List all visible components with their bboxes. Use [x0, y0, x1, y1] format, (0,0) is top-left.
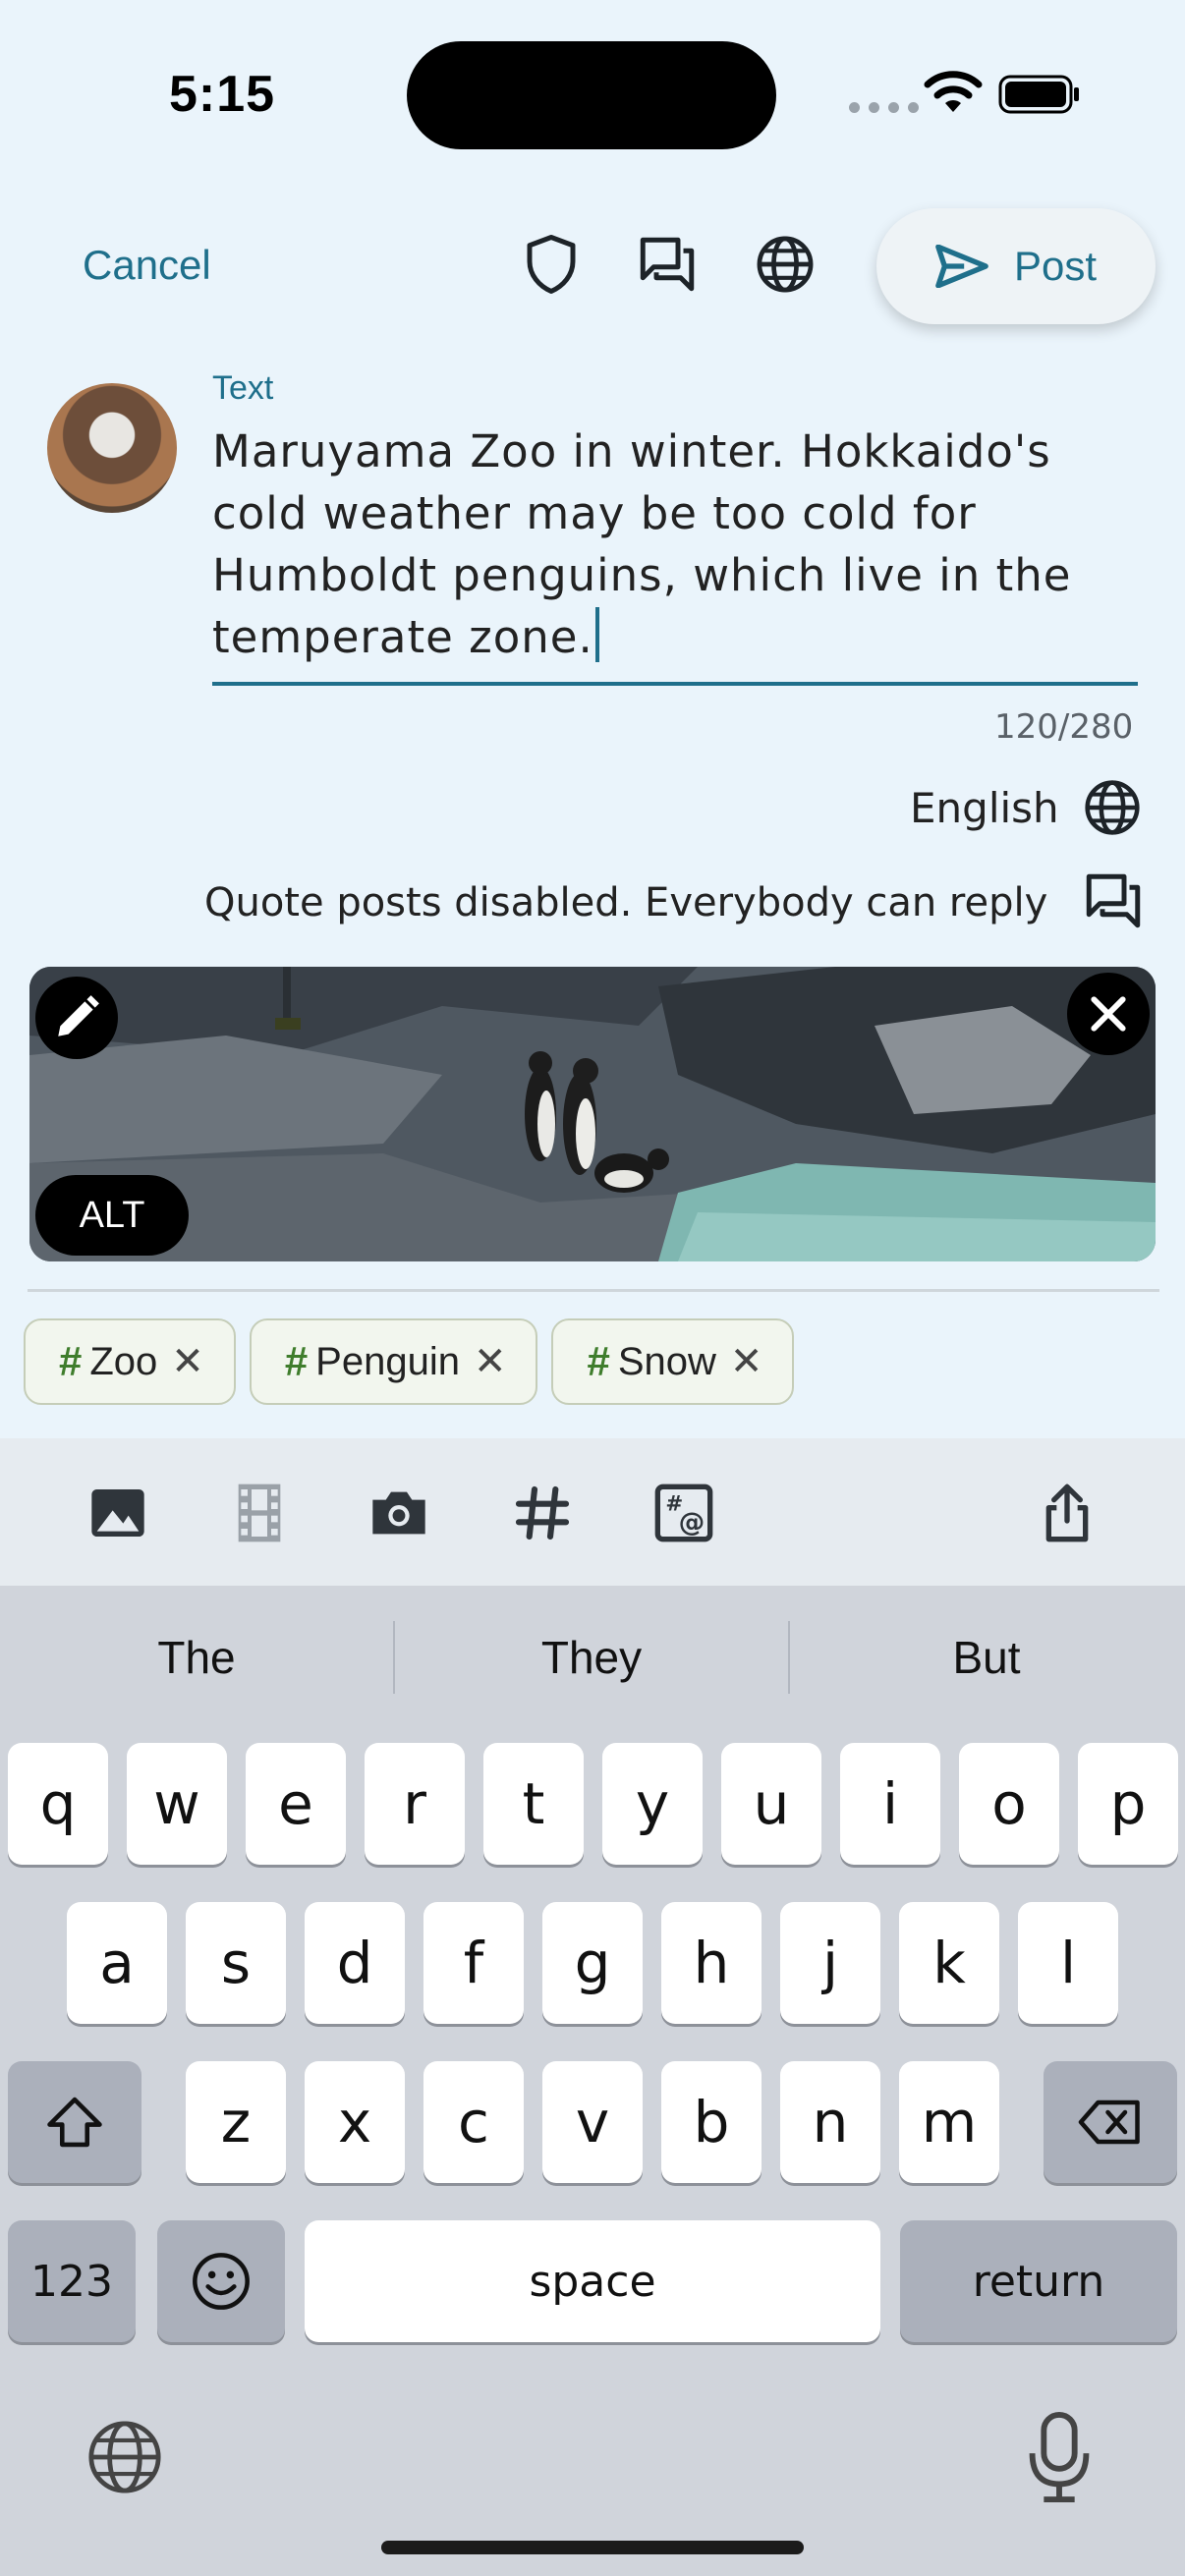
hashtag-chip[interactable]: # Zoo ✕ — [24, 1318, 236, 1405]
mention-hashtag-icon[interactable]: # @ — [652, 1482, 715, 1544]
wifi-icon — [924, 71, 983, 112]
key-j[interactable]: j — [780, 1902, 880, 2024]
svg-text:@: @ — [679, 1508, 705, 1539]
send-icon — [935, 245, 988, 288]
numbers-key[interactable]: 123 — [8, 2220, 136, 2342]
key-a[interactable]: a — [67, 1902, 167, 2024]
key-f[interactable]: f — [423, 1902, 524, 2024]
key-y[interactable]: y — [602, 1743, 703, 1865]
space-key[interactable]: space — [305, 2220, 880, 2342]
hashtag-label: Snow — [617, 1339, 716, 1383]
language-label[interactable]: English — [910, 784, 1059, 832]
post-button[interactable]: Post — [876, 208, 1156, 324]
key-h[interactable]: h — [661, 1902, 762, 2024]
alt-text-button[interactable]: ALT — [35, 1175, 189, 1256]
key-s[interactable]: s — [186, 1902, 286, 2024]
divider — [28, 1289, 1159, 1292]
key-x[interactable]: x — [305, 2061, 405, 2183]
char-counter: 120/280 — [994, 707, 1134, 747]
return-key[interactable]: return — [900, 2220, 1177, 2342]
keyboard-globe-icon[interactable] — [85, 2417, 165, 2497]
key-u[interactable]: u — [721, 1743, 821, 1865]
post-text-content: Maruyama Zoo in winter. Hokkaido's cold … — [212, 425, 1072, 663]
suggestion-1[interactable]: The — [0, 1631, 393, 1684]
key-p[interactable]: p — [1078, 1743, 1178, 1865]
key-d[interactable]: d — [305, 1902, 405, 2024]
key-v[interactable]: v — [542, 2061, 643, 2183]
remove-hashtag-icon[interactable]: ✕ — [730, 1339, 763, 1384]
key-q[interactable]: q — [8, 1743, 108, 1865]
keyboard: The They But q w e r t y u i o p a s d f… — [0, 1586, 1185, 2576]
post-text-input[interactable]: Maruyama Zoo in winter. Hokkaido's cold … — [212, 420, 1136, 668]
penguin-photo — [29, 967, 1156, 1261]
key-l[interactable]: l — [1018, 1902, 1118, 2024]
shift-key[interactable] — [8, 2061, 141, 2183]
key-r[interactable]: r — [365, 1743, 465, 1865]
backspace-icon — [1078, 2100, 1140, 2145]
remove-hashtag-icon[interactable]: ✕ — [171, 1339, 204, 1384]
battery-icon — [998, 75, 1079, 114]
emoji-key[interactable] — [157, 2220, 285, 2342]
hashtag-icon: # — [59, 1338, 83, 1384]
key-k[interactable]: k — [899, 1902, 999, 2024]
dynamic-island — [407, 41, 776, 149]
delete-key[interactable] — [1044, 2061, 1177, 2183]
text-field-label: Text — [212, 369, 274, 407]
hashtag-chip[interactable]: # Snow ✕ — [551, 1318, 795, 1405]
key-t[interactable]: t — [483, 1743, 584, 1865]
close-icon — [1091, 996, 1126, 1032]
shield-icon[interactable] — [519, 232, 584, 297]
reply-settings-inline-icon[interactable] — [1081, 868, 1146, 933]
hashtag-chip[interactable]: # Penguin ✕ — [249, 1318, 538, 1405]
attached-image[interactable] — [29, 967, 1156, 1261]
share-icon[interactable] — [1036, 1482, 1099, 1544]
key-o[interactable]: o — [959, 1743, 1059, 1865]
key-n[interactable]: n — [780, 2061, 880, 2183]
microphone-icon[interactable] — [1024, 2411, 1095, 2503]
key-c[interactable]: c — [423, 2061, 524, 2183]
cancel-button[interactable]: Cancel — [83, 242, 211, 289]
edit-image-button[interactable] — [35, 977, 118, 1059]
key-i[interactable]: i — [840, 1743, 940, 1865]
reply-settings-icon[interactable] — [635, 232, 700, 297]
shift-icon — [47, 2097, 102, 2148]
text-caret — [594, 607, 599, 662]
key-z[interactable]: z — [186, 2061, 286, 2183]
text-field-underline — [212, 682, 1138, 686]
interaction-settings-label[interactable]: Quote posts disabled. Everybody can repl… — [204, 880, 1047, 925]
remove-hashtag-icon[interactable]: ✕ — [474, 1339, 507, 1384]
hashtag-icon: # — [284, 1338, 309, 1384]
key-g[interactable]: g — [542, 1902, 643, 2024]
image-icon[interactable] — [86, 1482, 149, 1544]
hashtag-list: # Zoo ✕ # Penguin ✕ # Snow ✕ — [24, 1318, 795, 1405]
suggestion-2[interactable]: They — [395, 1631, 788, 1684]
key-w[interactable]: w — [127, 1743, 227, 1865]
video-icon[interactable] — [228, 1482, 291, 1544]
remove-image-button[interactable] — [1067, 973, 1150, 1055]
globe-icon[interactable] — [753, 232, 818, 297]
camera-icon[interactable] — [367, 1482, 430, 1544]
hashtag-icon: # — [587, 1338, 610, 1384]
home-indicator — [381, 2541, 804, 2554]
status-time: 5:15 — [169, 66, 276, 123]
media-toolbar: # @ — [0, 1438, 1185, 1586]
key-m[interactable]: m — [899, 2061, 999, 2183]
pencil-icon — [58, 995, 99, 1036]
key-b[interactable]: b — [661, 2061, 762, 2183]
avatar — [47, 383, 177, 513]
hashtag-insert-icon[interactable] — [511, 1482, 574, 1544]
suggestion-3[interactable]: But — [790, 1631, 1183, 1684]
emoji-icon — [193, 2253, 250, 2310]
hashtag-label: Zoo — [89, 1339, 158, 1383]
key-e[interactable]: e — [246, 1743, 346, 1865]
post-label: Post — [1013, 243, 1098, 289]
signal-icon — [849, 102, 919, 113]
hashtag-label: Penguin — [315, 1339, 460, 1383]
language-globe-icon[interactable] — [1081, 776, 1144, 839]
